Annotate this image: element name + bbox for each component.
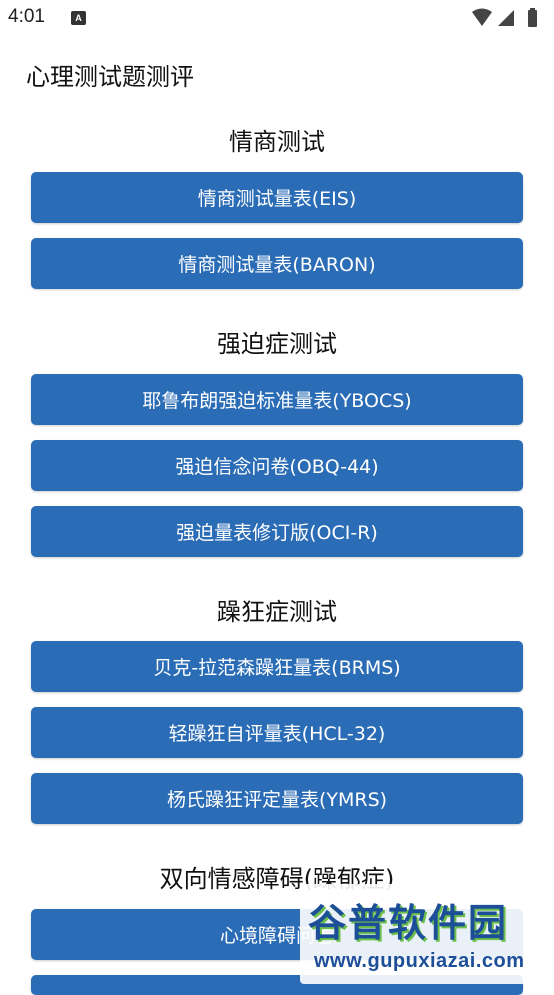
watermark-logo: 谷普软件园 — [308, 901, 509, 945]
wifi-icon — [472, 8, 492, 26]
app-title: 心理测试题测评 — [26, 63, 194, 91]
obq44-test-button[interactable]: 强迫信念问卷(OBQ-44) — [31, 440, 523, 491]
battery-icon — [528, 8, 537, 27]
status-bar: 4:01 A — [0, 0, 554, 36]
eis-test-button[interactable]: 情商测试量表(EIS) — [31, 172, 523, 223]
section-title-eq: 情商测试 — [229, 128, 325, 156]
status-icons — [470, 6, 548, 30]
watermark-url: www.gupuxiazai.com — [314, 950, 525, 972]
watermark: 谷普软件园 www.gupuxiazai.com — [300, 884, 554, 984]
section-title-mania: 躁狂症测试 — [217, 598, 337, 626]
brms-test-button[interactable]: 贝克-拉范森躁狂量表(BRMS) — [31, 641, 523, 692]
ymrs-test-button[interactable]: 杨氏躁狂评定量表(YMRS) — [31, 773, 523, 824]
baron-test-button[interactable]: 情商测试量表(BARON) — [31, 238, 523, 289]
signal-icon — [498, 10, 514, 26]
hcl32-test-button[interactable]: 轻躁狂自评量表(HCL-32) — [31, 707, 523, 758]
notification-app-icon: A — [71, 11, 86, 25]
section-title-ocd: 强迫症测试 — [217, 330, 337, 358]
status-time: 4:01 — [8, 6, 45, 27]
ocir-test-button[interactable]: 强迫量表修订版(OCI-R) — [31, 506, 523, 557]
ybocs-test-button[interactable]: 耶鲁布朗强迫标准量表(YBOCS) — [31, 374, 523, 425]
